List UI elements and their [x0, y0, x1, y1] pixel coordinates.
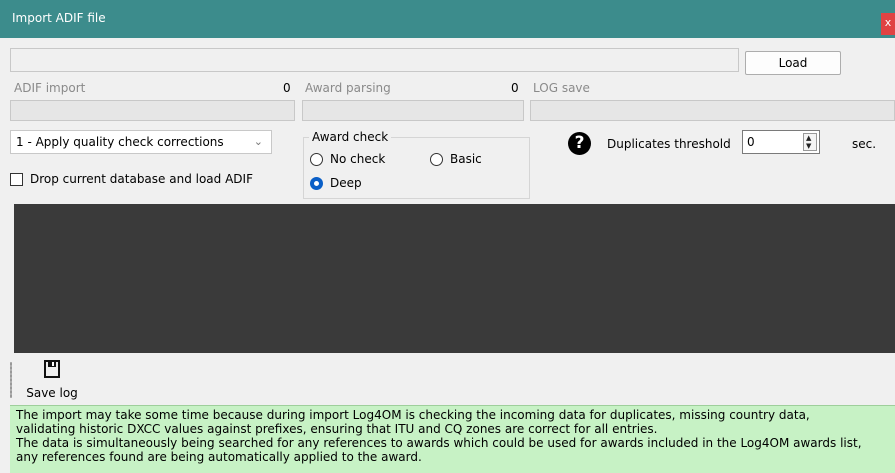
file-path-input[interactable]	[10, 48, 739, 72]
spin-down-icon[interactable]: ▼	[806, 143, 811, 150]
award-parsing-progress	[302, 100, 524, 121]
radio-basic-label: Basic	[450, 152, 482, 166]
duplicates-threshold-label: Duplicates threshold	[607, 137, 731, 151]
drop-database-label: Drop current database and load ADIF	[30, 172, 253, 186]
radio-dot[interactable]	[430, 153, 443, 166]
spin-up-icon[interactable]: ▲	[806, 135, 811, 142]
chevron-down-icon: ⌄	[253, 135, 263, 148]
window-title: Import ADIF file	[12, 11, 106, 25]
radio-dot-selected[interactable]	[310, 177, 323, 190]
save-log-button[interactable]: Save log	[24, 358, 80, 404]
log-save-label: LOG save	[533, 81, 590, 95]
award-parsing-label: Award parsing	[305, 81, 391, 95]
adif-import-progress	[10, 100, 295, 121]
radio-deep-label: Deep	[330, 176, 362, 190]
radio-dot[interactable]	[310, 153, 323, 166]
title-bar: Import ADIF file x	[0, 0, 895, 38]
radio-no-check-label: No check	[330, 152, 386, 166]
log-output-area[interactable]	[14, 204, 895, 353]
close-button[interactable]: x	[881, 13, 895, 35]
checkbox-box[interactable]	[10, 173, 23, 186]
duplicates-threshold-value[interactable]: 0	[747, 135, 755, 149]
duplicates-threshold-spinner[interactable]: 0 ▲ ▼	[742, 130, 820, 154]
duplicates-unit-label: sec.	[852, 137, 877, 151]
adif-import-label: ADIF import	[14, 81, 86, 95]
award-check-title: Award check	[309, 130, 392, 144]
info-panel: The import may take some time because du…	[10, 405, 895, 473]
info-line: The data is simultaneously being searche…	[16, 436, 862, 450]
info-line: validating historic DXCC values against …	[16, 422, 658, 436]
save-log-label: Save log	[26, 386, 78, 400]
quality-check-select[interactable]: 1 - Apply quality check corrections ⌄	[10, 130, 272, 154]
log-save-progress	[530, 100, 895, 121]
save-icon	[44, 360, 60, 378]
info-line: any references found are being automatic…	[16, 450, 422, 464]
toolbar-grip[interactable]	[10, 362, 12, 398]
spinner-arrows[interactable]: ▲ ▼	[803, 133, 817, 151]
load-button[interactable]: Load	[745, 51, 841, 75]
award-parsing-count: 0	[511, 81, 519, 95]
info-line: The import may take some time because du…	[16, 408, 810, 422]
adif-import-count: 0	[283, 81, 291, 95]
help-icon[interactable]: ?	[568, 132, 591, 155]
quality-check-value: 1 - Apply quality check corrections	[16, 135, 224, 149]
